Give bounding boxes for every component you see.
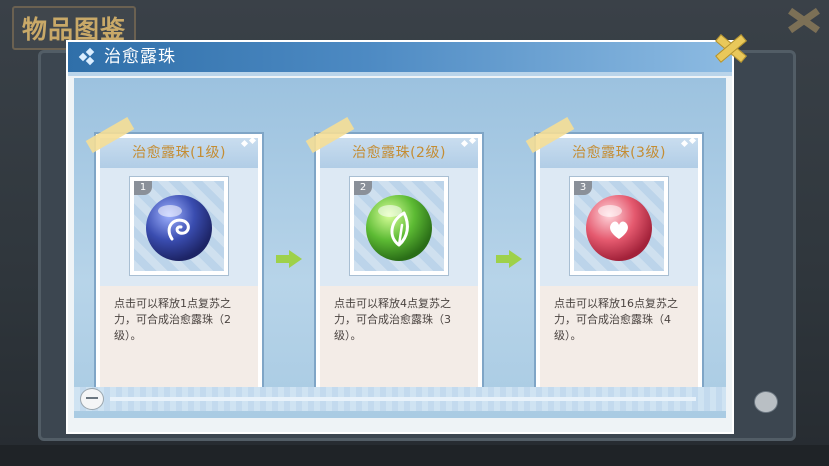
card-icon-area: 2 [320, 168, 478, 286]
card-icon-area: 3 [540, 168, 698, 286]
item-card-level-1[interactable]: 治愈露珠(1级) 1 点击可以释放1点复苏之力，可合成治愈露珠（2级）。 [85, 116, 264, 404]
card-panel: 治愈露珠(1级) 1 点击可以释放1点复苏之力，可合成治愈露珠（2级）。 治愈露… [74, 78, 726, 418]
slot-number: 2 [354, 181, 372, 195]
item-icon-background [574, 181, 664, 271]
item-card-level-3[interactable]: 治愈露珠(3级) 3 点击可以释放16点复苏之力，可合成治愈露珠（4级）。 [525, 116, 704, 404]
dialog-title: 治愈露珠 [104, 47, 176, 67]
item-icon-background [134, 181, 224, 271]
card-description: 点击可以释放16点复苏之力，可合成治愈露珠（4级）。 [554, 297, 678, 342]
spiral-icon [144, 193, 214, 263]
heart-icon [584, 193, 654, 263]
slot-number: 3 [574, 181, 592, 195]
item-icon-frame: 1 [129, 176, 229, 276]
item-icon-frame: 2 [349, 176, 449, 276]
header-stripe [68, 72, 732, 76]
horizontal-scrollbar[interactable] [74, 387, 726, 411]
arrow-right-icon [276, 250, 302, 268]
background-close-icon [785, 4, 821, 36]
scrollbar-handle[interactable] [80, 388, 104, 410]
card-icon-area: 1 [100, 168, 258, 286]
card-title: 治愈露珠(3级) [572, 145, 666, 161]
item-card-level-2[interactable]: 治愈露珠(2级) 2 点击可以释放4点复苏之力，可合成治愈露珠（3级）。 [305, 116, 484, 404]
sparkle-icon [680, 136, 697, 148]
arrow-right-icon [496, 250, 522, 268]
card-description: 点击可以释放1点复苏之力，可合成治愈露珠（2级）。 [114, 297, 231, 342]
scrollbar-rail [110, 397, 696, 401]
background-scroll-knob [754, 391, 778, 413]
card-title: 治愈露珠(1级) [132, 145, 226, 161]
background-bottom-bar [0, 445, 829, 466]
card-description-area: 点击可以释放1点复苏之力，可合成治愈露珠（2级）。 [100, 286, 258, 398]
diamond-icon [78, 47, 96, 66]
item-detail-dialog: 治愈露珠 治愈露珠(1级) 1 点击可以释放1点复苏之力，可合成治愈露珠（2级）… [68, 42, 732, 432]
sparkle-icon [240, 136, 257, 148]
sparkle-icon [460, 136, 477, 148]
item-icon-frame: 3 [569, 176, 669, 276]
dialog-header: 治愈露珠 [68, 42, 732, 76]
card-description: 点击可以释放4点复苏之力，可合成治愈露珠（3级）。 [334, 297, 451, 342]
card-title: 治愈露珠(2级) [352, 145, 446, 161]
card-header: 治愈露珠(3级) [540, 138, 698, 168]
card-description-area: 点击可以释放4点复苏之力，可合成治愈露珠（3级）。 [320, 286, 478, 398]
slot-number: 1 [134, 181, 152, 195]
item-icon-background [354, 181, 444, 271]
card-header: 治愈露珠(2级) [320, 138, 478, 168]
card-header: 治愈露珠(1级) [100, 138, 258, 168]
leaf-icon [364, 193, 434, 263]
close-button[interactable] [714, 32, 744, 62]
card-description-area: 点击可以释放16点复苏之力，可合成治愈露珠（4级）。 [540, 286, 698, 398]
